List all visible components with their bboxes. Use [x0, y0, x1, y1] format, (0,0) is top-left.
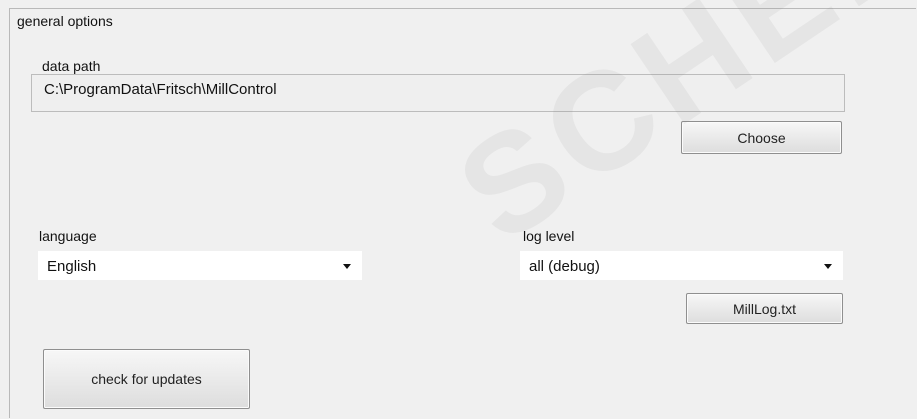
data-path-value: C:\ProgramData\Fritsch\MillControl [44, 81, 277, 98]
data-path-label: data path [42, 58, 101, 74]
language-selected-value: English [47, 258, 97, 275]
mill-log-button[interactable]: MillLog.txt [686, 293, 843, 324]
choose-button-label: Choose [737, 129, 786, 146]
log-level-select[interactable]: all (debug) [520, 251, 843, 280]
log-level-label: log level [523, 228, 575, 244]
chevron-down-icon [824, 264, 832, 269]
group-title: general options [17, 13, 113, 29]
check-for-updates-label: check for updates [91, 371, 202, 387]
data-path-field[interactable]: C:\ProgramData\Fritsch\MillControl [31, 74, 845, 112]
choose-button[interactable]: Choose [681, 121, 842, 154]
check-for-updates-button[interactable]: check for updates [43, 349, 250, 409]
language-select[interactable]: English [38, 251, 362, 280]
log-level-selected-value: all (debug) [529, 258, 600, 275]
chevron-down-icon [343, 264, 351, 269]
mill-log-button-label: MillLog.txt [732, 300, 797, 317]
language-label: language [39, 228, 97, 244]
